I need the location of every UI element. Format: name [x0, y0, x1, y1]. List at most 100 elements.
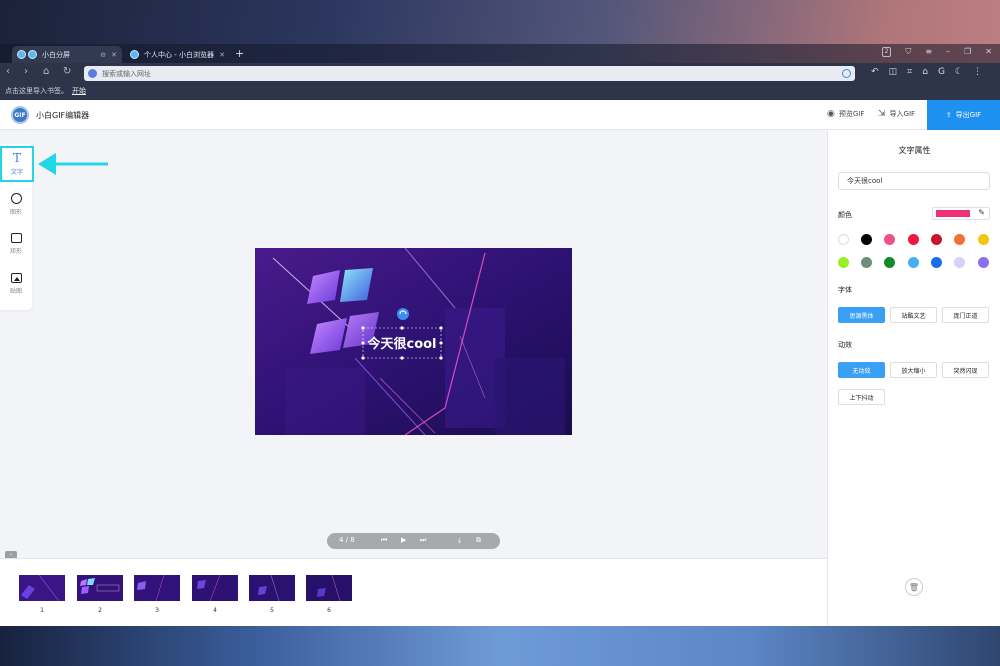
refresh-icon[interactable]: ↻: [63, 66, 71, 77]
tab-count-badge[interactable]: 2: [881, 47, 892, 57]
undo-icon[interactable]: ↶: [871, 67, 879, 77]
more-icon[interactable]: ⋮: [973, 67, 982, 77]
import-gif-button[interactable]: ⇲ 导入GIF: [878, 109, 915, 119]
extensions-icon[interactable]: ⌂: [922, 67, 928, 77]
anim-option-zoom[interactable]: 放大缩小: [890, 362, 937, 378]
color-swatch-lavender[interactable]: [954, 257, 965, 268]
font-option-zhanku[interactable]: 站酷文艺: [890, 307, 937, 323]
browser-tab-bar: 小白分屏 ⊖ ✕ 个人中心 - 小白浏览器 ✕ + 2 ⛉ ≡ – ❐ ✕: [0, 44, 1000, 63]
frame-thumbnail-3[interactable]: [134, 575, 180, 601]
tab-close-icon[interactable]: ✕: [219, 51, 225, 59]
address-placeholder: 搜索或输入网址: [102, 69, 151, 78]
play-icon[interactable]: ▶: [401, 536, 406, 544]
image-icon: [10, 273, 22, 283]
color-swatch-sky[interactable]: [908, 257, 919, 268]
preview-gif-button[interactable]: ◉ 预览GIF: [827, 109, 864, 119]
back-icon[interactable]: ‹: [6, 66, 10, 77]
search-engine-icon[interactable]: [88, 69, 97, 78]
anim-option-shake[interactable]: 上下抖动: [838, 389, 885, 405]
browser-logo-icon: [17, 50, 26, 59]
rectangle-icon: [10, 233, 22, 243]
app-logo: GIF: [11, 106, 29, 124]
tab-xiaobai-split[interactable]: 小白分屏 ⊖ ✕: [12, 46, 122, 63]
shirt-icon[interactable]: ⛉: [905, 47, 911, 57]
crop-icon[interactable]: ⌗: [907, 67, 912, 77]
font-option-pangmen[interactable]: 庞门正道: [942, 307, 989, 323]
frame-counter: 4 / 8: [339, 536, 355, 544]
color-swatch-white[interactable]: [838, 234, 849, 245]
color-swatch-lime[interactable]: [838, 257, 849, 268]
tab-personal-center[interactable]: 个人中心 - 小白浏览器 ✕: [126, 46, 230, 63]
close-window-icon[interactable]: ✕: [985, 47, 992, 57]
split-view-icon[interactable]: ◫: [889, 67, 898, 77]
address-action-icon[interactable]: [842, 69, 851, 78]
text-tool-icon: T: [12, 151, 21, 165]
font-label: 字体: [838, 286, 852, 294]
gif-icon[interactable]: G: [938, 67, 945, 77]
current-color-picker[interactable]: ✎: [932, 207, 990, 220]
color-label: 颜色: [838, 211, 852, 219]
export-gif-button[interactable]: ⇪ 导出GIF: [927, 100, 1000, 130]
dark-mode-icon[interactable]: ☾: [955, 67, 963, 77]
tool-label: 矩形: [9, 248, 22, 255]
delete-trash-icon[interactable]: 🗑: [905, 578, 923, 596]
frame-number: 4: [213, 607, 217, 614]
color-swatch-purple[interactable]: [978, 257, 989, 268]
new-tab-button[interactable]: +: [235, 47, 244, 60]
eyedropper-icon[interactable]: ✎: [978, 208, 985, 217]
home-icon[interactable]: ⌂: [43, 66, 49, 77]
menu-icon[interactable]: ≡: [925, 47, 932, 57]
color-swatch-orange[interactable]: [954, 234, 965, 245]
left-toolbar: T 文字 图形 矩形 贴图: [0, 144, 34, 310]
animation-label: 动效: [838, 341, 852, 349]
color-swatch-black[interactable]: [861, 234, 872, 245]
gif-canvas[interactable]: 今天很cool: [255, 248, 572, 435]
export-icon: ⇪: [945, 111, 952, 119]
last-frame-icon[interactable]: ⏭: [420, 536, 426, 545]
color-swatch-pink[interactable]: [884, 234, 895, 245]
download-frame-icon[interactable]: ⤓: [458, 536, 461, 545]
tool-sticker[interactable]: 贴图: [0, 266, 32, 302]
frame-thumbnail-5[interactable]: [249, 575, 295, 601]
color-swatch-yellow[interactable]: [978, 234, 989, 245]
frame-number: 5: [270, 607, 274, 614]
gif-editor-app: GIF 小白GIF编辑器 ◉ 预览GIF ⇲ 导入GIF ⇪ 导出GIF T 文…: [0, 100, 1000, 626]
tool-text[interactable]: T 文字: [0, 146, 34, 182]
tab-close-icon[interactable]: ✕: [111, 51, 117, 59]
restore-icon[interactable]: ❐: [964, 47, 971, 57]
frame-thumbnail-6[interactable]: [306, 575, 352, 601]
bookmarks-start-link[interactable]: 开始: [72, 87, 86, 95]
tab-mute-icon[interactable]: ⊖: [100, 51, 106, 59]
toolbar-icons: ↶ ◫ ⌗ ⌂ G ☾ ⋮: [871, 67, 982, 77]
frame-thumbnail-4[interactable]: [192, 575, 238, 601]
font-option-siyuan[interactable]: 思源黑体: [838, 307, 885, 323]
color-swatch-crimson[interactable]: [931, 234, 942, 245]
minimize-icon[interactable]: –: [946, 47, 950, 57]
color-swatch-red[interactable]: [908, 234, 919, 245]
app-title: 小白GIF编辑器: [36, 111, 90, 120]
color-swatch-green[interactable]: [884, 257, 895, 268]
collapse-filmstrip-chevron-icon[interactable]: ⌄: [5, 551, 17, 558]
anim-option-flash[interactable]: 突然闪现: [942, 362, 989, 378]
frame-number: 1: [40, 607, 44, 614]
tool-label: 贴图: [9, 288, 22, 295]
frame-thumbnail-1[interactable]: [19, 575, 65, 601]
frame-number: 2: [98, 607, 102, 614]
color-swatch-gray-green[interactable]: [861, 257, 872, 268]
frame-filmstrip: 1 2 3 4 5 6: [0, 558, 827, 626]
current-color-swatch: [936, 210, 970, 217]
address-bar[interactable]: 搜索或输入网址: [84, 66, 855, 81]
tool-rectangle[interactable]: 矩形: [0, 226, 32, 262]
forward-icon[interactable]: ›: [24, 66, 28, 77]
canvas-overlay-text[interactable]: 今天很cool: [363, 333, 441, 352]
tab-label: 个人中心 - 小白浏览器: [144, 50, 214, 59]
tool-shape[interactable]: 图形: [0, 186, 32, 222]
color-swatch-blue[interactable]: [931, 257, 942, 268]
copy-frame-icon[interactable]: ⧉: [476, 536, 481, 545]
text-content-input[interactable]: [838, 172, 990, 190]
frame-thumbnail-2[interactable]: [77, 575, 123, 601]
annotation-arrow-icon: [38, 153, 108, 175]
circle-icon: [10, 192, 22, 204]
anim-option-none[interactable]: 无动效: [838, 362, 885, 378]
first-frame-icon[interactable]: ⏮: [381, 536, 387, 545]
